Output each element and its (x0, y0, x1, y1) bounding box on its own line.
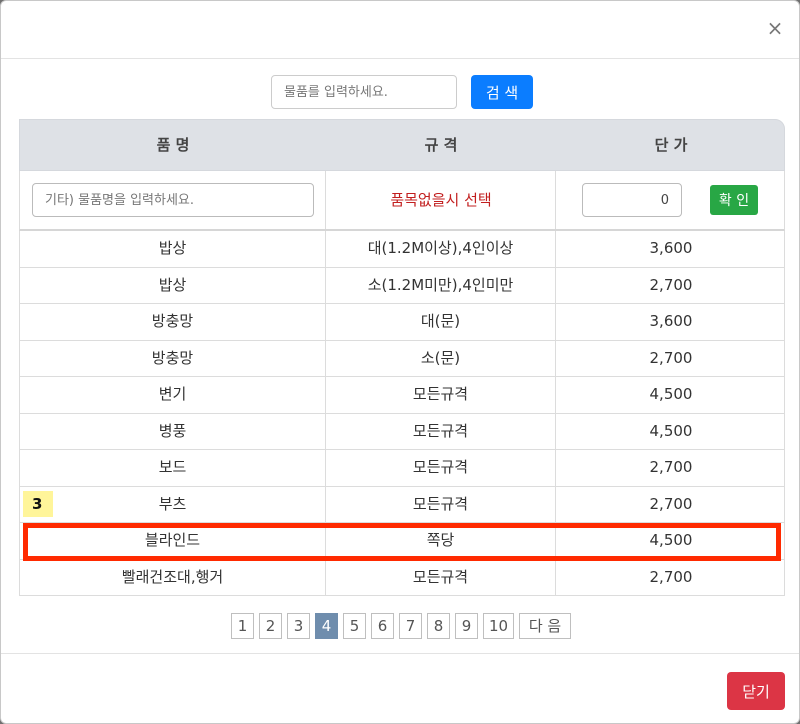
step-number-badge: 3 (23, 491, 53, 517)
item-price: 2,700 (649, 494, 693, 513)
item-name: 방충망 (20, 340, 326, 376)
item-spec: 모든규격 (326, 377, 556, 413)
item-spec: 소(1.2M미만),4인미만 (326, 267, 556, 303)
table-header: 품 명 규 격 단 가 (19, 119, 785, 171)
modal-footer: 닫기 (1, 653, 799, 723)
next-page-button[interactable]: 다 음 (519, 613, 571, 639)
item-search-modal: × 검 색 품 명 규 격 단 가 품목없을시 선택 확 인 밥상 대(1.2M… (0, 0, 800, 724)
table-row[interactable]: 보드 모든규격 2,700 (19, 450, 785, 487)
page-5-button[interactable]: 5 (343, 613, 366, 639)
search-button[interactable]: 검 색 (471, 75, 533, 109)
item-name: 방충망 (20, 304, 326, 340)
page-10-button[interactable]: 10 (483, 613, 514, 639)
custom-spec-cell: 품목없을시 선택 (326, 171, 556, 229)
item-spec: 대(문) (326, 304, 556, 340)
search-input[interactable] (271, 75, 457, 109)
item-spec: 모든규격 (326, 450, 556, 486)
table-row[interactable]: 병풍 모든규격 4,500 (19, 413, 785, 450)
item-spec: 모든규격 (326, 413, 556, 449)
item-table: 품 명 규 격 단 가 품목없을시 선택 확 인 밥상 대(1.2M이상),4인… (19, 119, 785, 596)
table-row[interactable]: 변기 모든규격 4,500 (19, 377, 785, 414)
item-price: 3,600 (649, 312, 693, 330)
item-spec: 모든규격 (326, 486, 556, 522)
column-header-spec: 규 격 (424, 136, 458, 154)
modal-header: × (1, 1, 799, 59)
item-price: 4,500 (649, 385, 693, 403)
item-name: 밥상 (20, 267, 326, 303)
page-7-button[interactable]: 7 (399, 613, 422, 639)
table-row[interactable]: 방충망 대(문) 3,600 (19, 304, 785, 341)
item-price: 2,700 (649, 458, 693, 476)
table-row[interactable]: 부츠 모든규격 2,700 (19, 486, 785, 523)
close-button[interactable]: 닫기 (727, 672, 785, 710)
close-icon[interactable]: × (765, 18, 785, 38)
item-spec: 모든규격 (326, 559, 556, 595)
item-price: 4,500 (649, 421, 693, 440)
page-2-button[interactable]: 2 (259, 613, 282, 639)
item-price: 4,500 (649, 531, 693, 549)
confirm-button[interactable]: 확 인 (710, 185, 758, 215)
item-name: 변기 (20, 377, 326, 413)
item-price: 2,700 (649, 348, 693, 367)
no-item-select-text: 품목없을시 선택 (390, 191, 492, 209)
page-6-button[interactable]: 6 (371, 613, 394, 639)
page-9-button[interactable]: 9 (455, 613, 478, 639)
page-3-button[interactable]: 3 (287, 613, 310, 639)
item-name: 블라인드 (20, 523, 326, 559)
column-header-price: 단 가 (654, 136, 688, 154)
custom-name-input[interactable] (32, 183, 314, 217)
item-name: 빨래건조대,행거 (20, 559, 326, 595)
item-spec: 쪽당 (326, 523, 556, 559)
item-name: 부츠 (20, 486, 326, 522)
item-price: 3,600 (649, 239, 693, 257)
page-8-button[interactable]: 8 (427, 613, 450, 639)
item-spec: 대(1.2M이상),4인이상 (326, 231, 556, 267)
column-header-name: 품 명 (156, 136, 190, 154)
table-row[interactable]: 밥상 대(1.2M이상),4인이상 3,600 (19, 231, 785, 268)
custom-price-cell: 확 인 (556, 171, 786, 229)
item-price: 2,700 (649, 567, 693, 586)
table-row[interactable]: 방충망 소(문) 2,700 (19, 340, 785, 377)
item-name: 보드 (20, 450, 326, 486)
custom-price-input[interactable] (582, 183, 682, 217)
item-name: 밥상 (20, 231, 326, 267)
page-4-button-active[interactable]: 4 (315, 613, 338, 639)
custom-entry-row: 품목없을시 선택 확 인 (19, 171, 785, 231)
item-spec: 소(문) (326, 340, 556, 376)
table-row[interactable]: 빨래건조대,행거 모든규격 2,700 (19, 559, 785, 596)
table-row-blind[interactable]: 블라인드 쪽당 4,500 (19, 523, 785, 560)
custom-name-cell (20, 171, 326, 229)
table-row[interactable]: 밥상 소(1.2M미만),4인미만 2,700 (19, 267, 785, 304)
item-price: 2,700 (649, 275, 693, 294)
page-1-button[interactable]: 1 (231, 613, 254, 639)
item-name: 병풍 (20, 413, 326, 449)
